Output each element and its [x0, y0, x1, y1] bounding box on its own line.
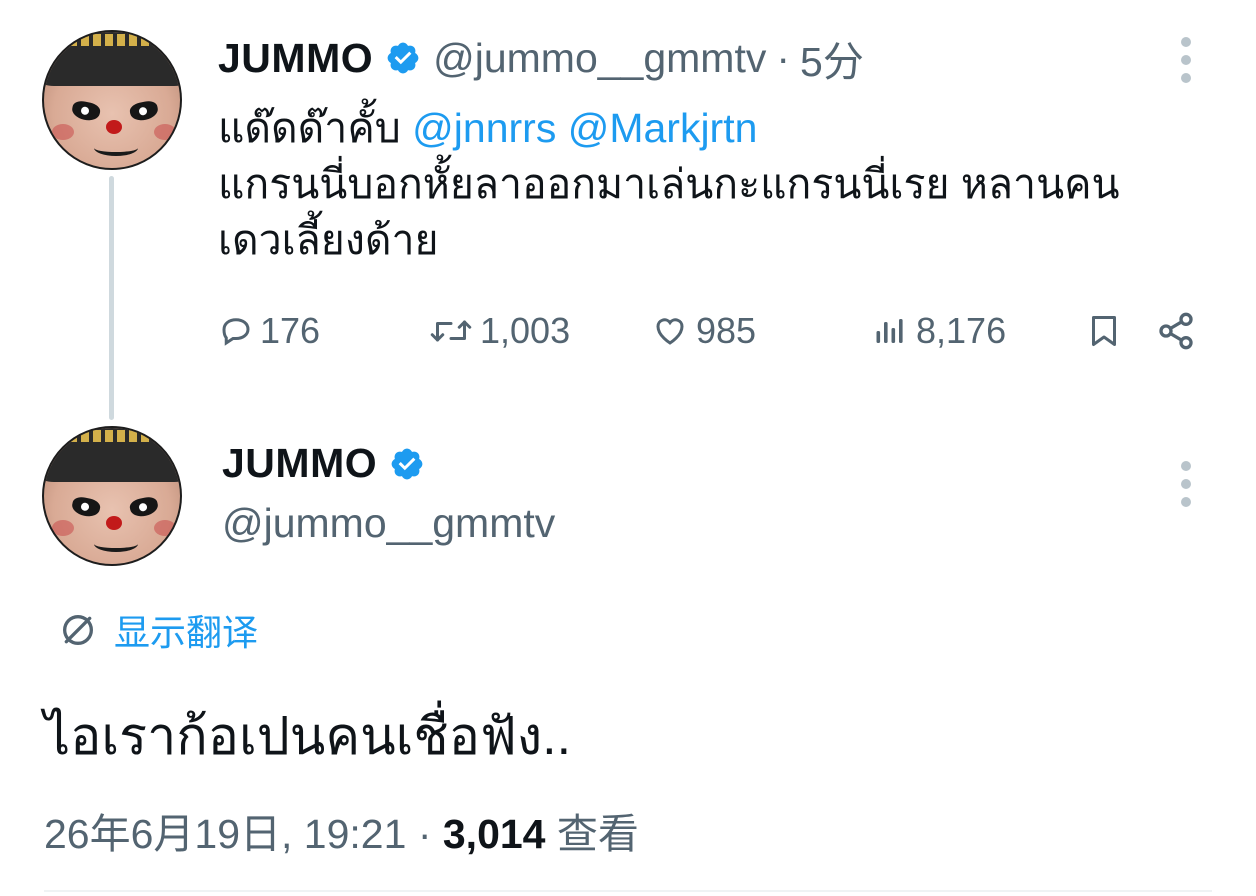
share-button[interactable]: [1156, 306, 1202, 356]
views-icon: [876, 319, 903, 343]
reply-count: 176: [260, 310, 321, 351]
reply-button[interactable]: 176: [218, 306, 320, 356]
thread-connector-line: [109, 176, 114, 420]
retweet-button[interactable]: 1,003: [428, 306, 570, 356]
tweet-text-line: เดวเลี้ยงด้าย: [218, 217, 439, 263]
tweet-date[interactable]: 26年6月19日, 19:21: [44, 811, 406, 857]
tweet-thread: JUMMO @jummo__gmmtv · 5分 แด๊ดด๊าคั้บ @jn…: [0, 0, 1256, 896]
like-button[interactable]: 985: [650, 306, 756, 356]
views-button[interactable]: 8,176: [870, 306, 1006, 356]
tweet-text-prefix: แด๊ดด๊าคั้บ: [218, 105, 413, 151]
timestamp[interactable]: 5分: [800, 28, 864, 88]
more-dots-icon[interactable]: [1179, 461, 1193, 507]
more-dots-icon[interactable]: [1179, 37, 1193, 83]
translate-button[interactable]: 显示翻译: [58, 604, 258, 656]
tweet-header: JUMMO @jummo__gmmtv · 5分: [218, 34, 864, 86]
bookmark-button[interactable]: [1086, 306, 1128, 356]
view-count: 3,014: [442, 811, 546, 857]
avatar[interactable]: [42, 426, 182, 566]
retweet-count: 1,003: [480, 310, 571, 351]
separator-dot: ·: [776, 34, 791, 81]
handle[interactable]: @jummo__gmmtv: [222, 500, 555, 547]
mention-link[interactable]: @jnnrrs: [412, 105, 556, 151]
display-name[interactable]: JUMMO: [222, 440, 377, 487]
share-icon: [1159, 312, 1193, 350]
tweet-text: ไอเราก้อเปนคนเชื่อฟัง..: [44, 708, 572, 766]
like-count: 985: [696, 310, 757, 351]
tweet-text-line: แกรนนี่บอกหั้ยลาออกมาเล่นกะแกรนนี่เรย หล…: [218, 161, 1120, 207]
handle[interactable]: @jummo__gmmtv: [433, 35, 766, 82]
reply-icon: [222, 318, 250, 346]
display-name[interactable]: JUMMO: [218, 35, 373, 82]
view-label: 查看: [556, 811, 639, 857]
action-bar: 176 1,003 985 8,176: [218, 306, 1198, 356]
tweet-text: แด๊ดด๊าคั้บ @jnnrrs @Markjrtn แกรนนี่บอก…: [218, 100, 1218, 268]
translate-icon: [63, 615, 93, 645]
mention-link[interactable]: @Markjrtn: [568, 105, 758, 151]
tweet-meta: 26年6月19日, 19:21 · 3,014 查看: [44, 800, 639, 860]
tweet-author: JUMMO: [222, 440, 425, 487]
retweet-icon: [430, 320, 472, 342]
separator-dot: ·: [417, 811, 432, 857]
divider: [44, 890, 1212, 892]
verified-badge-icon: [391, 448, 423, 479]
views-count: 8,176: [916, 310, 1007, 351]
like-icon: [656, 318, 684, 345]
bookmark-icon: [1092, 316, 1116, 346]
verified-badge-icon: [387, 42, 419, 74]
translate-label[interactable]: 显示翻译: [114, 604, 258, 656]
avatar[interactable]: [42, 30, 182, 170]
